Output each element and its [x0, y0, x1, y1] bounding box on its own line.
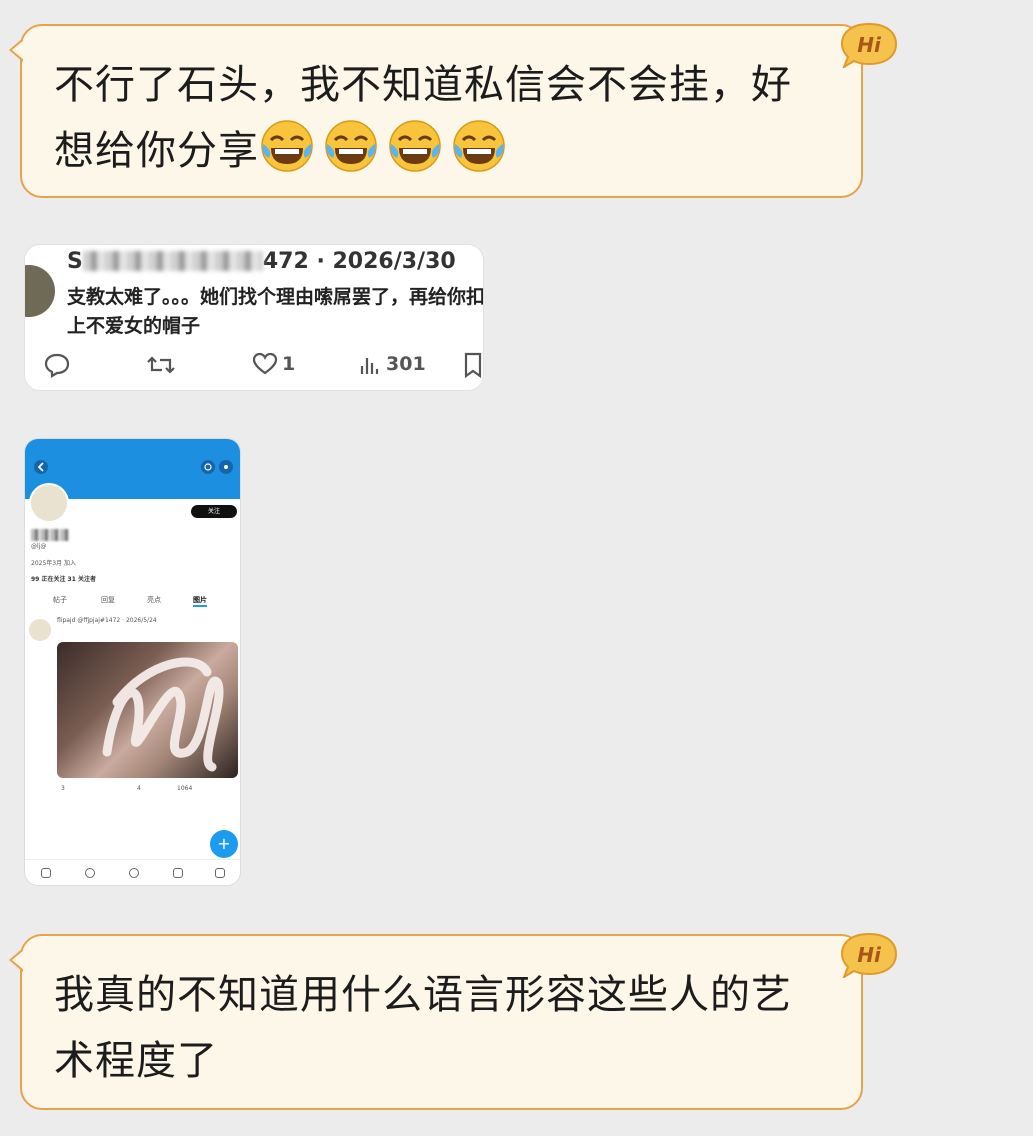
heart-icon — [252, 352, 278, 375]
home-icon — [41, 868, 51, 878]
spaces-icon — [129, 868, 139, 878]
like-action: 1 — [252, 352, 295, 376]
emoji-group — [259, 120, 507, 174]
post-media-censored — [57, 642, 238, 778]
profile-name-blurred — [31, 529, 69, 541]
view-count: 301 — [386, 353, 426, 375]
tweet-header: S 472 · 2026/3/30 — [67, 249, 456, 274]
scribble-overlay-icon — [102, 657, 224, 772]
bubble-tail — [9, 38, 24, 62]
tab-replies: 回复 — [101, 596, 115, 604]
post-view-count: 1064 — [177, 785, 193, 792]
profile-handle: @lj@ — [31, 543, 47, 550]
tweet-handle-prefix: S — [67, 249, 83, 274]
search-icon — [85, 868, 95, 878]
message-bubble-2[interactable]: 我真的不知道用什么语言形容这些人的艺术程度了 — [9, 934, 863, 1110]
hi-badge-text: Hi — [857, 943, 882, 967]
hi-badge-icon: Hi — [841, 932, 897, 978]
follow-button: 关注 — [191, 505, 237, 518]
post-reply-count: 3 — [61, 785, 65, 792]
notifications-icon — [173, 868, 183, 878]
phone-bottom-nav — [25, 859, 240, 885]
more-options-icon — [201, 460, 233, 474]
bubble-tail — [9, 948, 24, 972]
tears-of-joy-emoji-icon — [453, 120, 505, 172]
tab-media: 图片 — [193, 595, 207, 607]
profile-joined-date: 2025年3月 加入 — [31, 560, 76, 567]
post-header: flipajd @ffjpjaj#1472 · 2026/5/24 — [57, 617, 157, 624]
message-bubble-1[interactable]: 不行了石头，我不知道私信会不会挂，好想给你分享 — [9, 24, 863, 198]
post-like-count: 4 — [137, 785, 141, 792]
profile-avatar — [29, 483, 69, 523]
post-avatar — [29, 619, 51, 641]
profile-screenshot-image[interactable]: 关注 @lj@ 2025年3月 加入 99 正在关注 31 关注者 帖子 回复 … — [24, 438, 241, 886]
tears-of-joy-emoji-icon — [261, 120, 313, 172]
tab-highlights: 亮点 — [147, 596, 161, 604]
tweet-text: 支教太难了。。。她们找个理由嗦屌罢了，再给你扣上不爱女的帽子 — [67, 286, 484, 337]
views-chart-icon — [360, 358, 379, 374]
retweet-icon — [146, 352, 176, 378]
views-action: 301 — [358, 352, 426, 376]
messages-icon — [215, 868, 225, 878]
profile-follow-stats: 99 正在关注 31 关注者 — [31, 576, 96, 583]
tears-of-joy-emoji-icon — [325, 120, 377, 172]
back-arrow-icon — [34, 460, 48, 474]
reply-icon — [44, 352, 70, 378]
like-count: 1 — [282, 353, 296, 375]
compose-fab: + — [210, 830, 238, 858]
hi-badge-text: Hi — [857, 33, 882, 57]
tab-posts: 帖子 — [53, 596, 67, 604]
message-text-2: 我真的不知道用什么语言形容这些人的艺术程度了 — [54, 972, 792, 1084]
hi-badge-icon: Hi — [841, 22, 897, 68]
tears-of-joy-emoji-icon — [389, 120, 441, 172]
avatar — [25, 265, 55, 317]
tweet-handle-date: 472 · 2026/3/30 — [262, 249, 456, 274]
bookmark-icon — [464, 352, 482, 378]
blurred-handle — [82, 251, 263, 271]
